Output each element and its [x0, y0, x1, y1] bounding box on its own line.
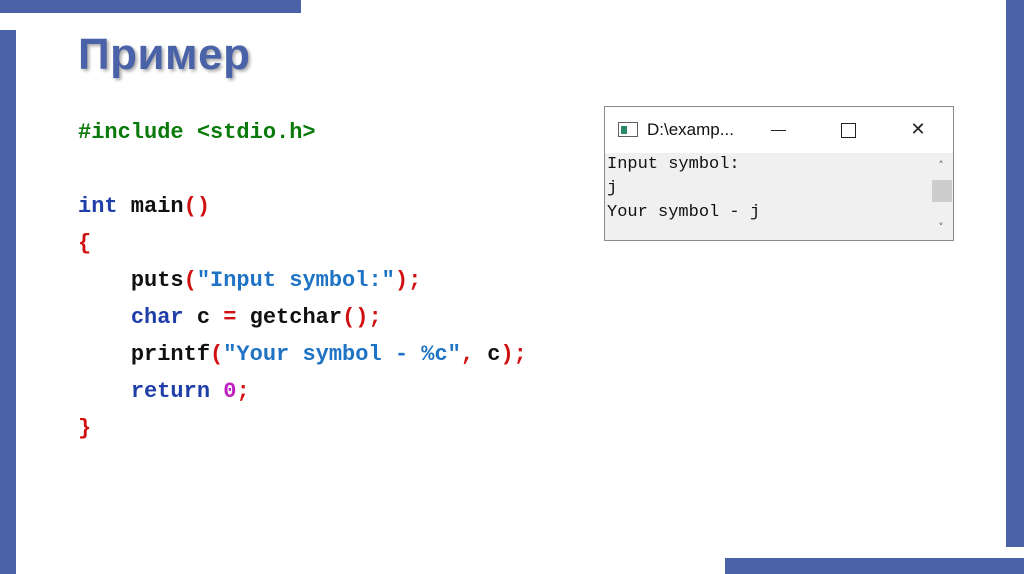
console-line: j	[607, 179, 618, 198]
getchar-call: getchar	[236, 305, 343, 330]
code-line-puts: puts("Input symbol:");	[78, 262, 527, 299]
minimize-button[interactable]	[763, 115, 793, 145]
scroll-up-icon[interactable]: ˄	[929, 157, 953, 175]
slide-title: Пример	[78, 30, 251, 79]
printf-function: printf	[130, 342, 211, 367]
code-line-printf: printf("Your symbol - %c", c);	[78, 336, 527, 373]
puts-paren-open: (	[183, 268, 197, 293]
console-window[interactable]: D:\examp... ✕ Input symbol: j Your symbo…	[604, 106, 954, 241]
top-accent-bar	[0, 0, 301, 13]
char-variable: c	[183, 305, 224, 330]
console-line: Input symbol:	[607, 155, 740, 174]
code-line-return: return 0;	[78, 373, 527, 410]
maximize-icon	[841, 123, 856, 138]
console-line: Your symbol - j	[607, 203, 761, 222]
scroll-thumb[interactable]	[932, 180, 952, 202]
code-line-include: #include <stdio.h>	[78, 114, 527, 151]
scroll-down-icon[interactable]: ˅	[929, 219, 953, 237]
printf-string: "Your symbol - %c"	[223, 342, 461, 367]
printf-close: );	[500, 342, 527, 367]
return-keyword: return	[130, 379, 211, 404]
left-accent-bar	[0, 30, 16, 574]
include-directive: #include <stdio.h>	[78, 120, 316, 145]
puts-string: "Input symbol:"	[196, 268, 395, 293]
console-scrollbar[interactable]: ˄ ˅	[929, 153, 953, 240]
getchar-close: ();	[342, 305, 382, 330]
maximize-button[interactable]	[833, 115, 863, 145]
code-line-open-brace: {	[78, 225, 527, 262]
minimize-icon	[771, 130, 786, 131]
printf-paren-open: (	[210, 342, 224, 367]
console-output: Input symbol: j Your symbol - j	[605, 153, 929, 240]
console-window-title: D:\examp...	[647, 120, 734, 139]
printf-comma: ,	[460, 342, 475, 367]
code-line-close-brace: }	[78, 410, 527, 447]
close-button[interactable]: ✕	[903, 115, 933, 145]
close-icon: ✕	[910, 119, 926, 140]
return-value: 0	[223, 379, 237, 404]
console-app-icon	[618, 122, 638, 137]
code-line-main: int main()	[78, 188, 527, 225]
char-assign: =	[223, 305, 237, 330]
char-keyword: char	[130, 305, 184, 330]
printf-argument: c	[474, 342, 501, 367]
puts-function: puts	[130, 268, 184, 293]
open-brace: {	[78, 231, 92, 256]
right-accent-bar	[1006, 0, 1024, 547]
close-brace: }	[78, 416, 92, 441]
code-block: #include <stdio.h> int main(){ puts("Inp…	[78, 114, 527, 447]
main-parens: ()	[183, 194, 211, 219]
bottom-accent-bar	[725, 558, 1024, 574]
return-semicolon: ;	[236, 379, 250, 404]
console-titlebar[interactable]: D:\examp... ✕	[605, 107, 953, 153]
main-function-name: main	[117, 194, 184, 219]
code-line-char: char c = getchar();	[78, 299, 527, 336]
main-return-type: int	[78, 194, 118, 219]
puts-close: );	[394, 268, 422, 293]
